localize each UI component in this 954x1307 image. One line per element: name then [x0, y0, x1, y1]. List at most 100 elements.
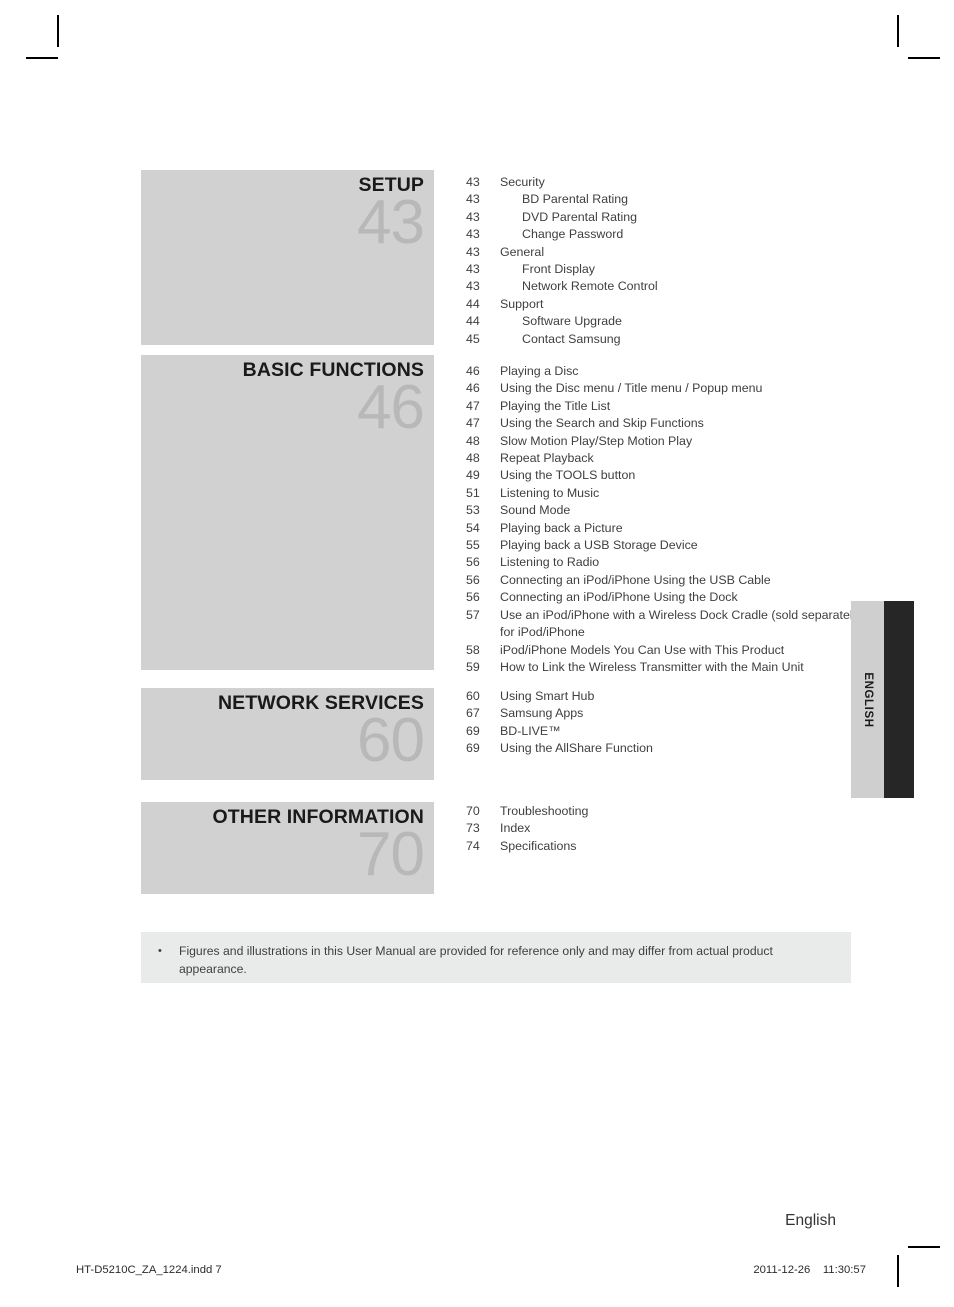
toc-entry[interactable]: 59 How to Link the Wireless Transmitter w… [466, 659, 866, 676]
toc-entry-page-number: 43 [466, 279, 480, 294]
toc-entry[interactable]: 51 Listening to Music [466, 485, 866, 502]
toc-entry[interactable]: 47 Using the Search and Skip Functions [466, 415, 866, 432]
toc-entry[interactable]: 55 Playing back a USB Storage Device [466, 537, 866, 554]
toc-entry[interactable]: 58 iPod/iPhone Models You Can Use with Th… [466, 642, 866, 659]
toc-entry[interactable]: 56 Connecting an iPod/iPhone Using the US… [466, 572, 866, 589]
section-block-other-information: OTHER INFORMATION 70 [141, 802, 434, 894]
toc-entry[interactable]: 69 Using the AllShare Function [466, 740, 866, 757]
toc-entry-label: General [500, 244, 545, 259]
toc-entry[interactable]: 43 Change Password [466, 226, 866, 243]
toc-entry-page-number: 47 [466, 416, 480, 431]
toc-entry-page-number: 57 [466, 607, 480, 622]
toc-entries-setup: 43 Security 43 BD Parental Rating 43 DVD Pare… [466, 174, 866, 348]
toc-entry[interactable]: 46 Using the Disc menu / Title menu / Pop… [466, 380, 866, 397]
toc-entry[interactable]: 44 Support [466, 296, 866, 313]
toc-entry-label: Index [500, 821, 531, 836]
toc-entry[interactable]: 43 DVD Parental Rating [466, 209, 866, 226]
toc-entry-page-number: 56 [466, 555, 480, 570]
toc-entry-page-number: 46 [466, 381, 480, 396]
toc-entry[interactable]: 43 Front Display [466, 261, 866, 278]
toc-entry-page-number: 74 [466, 838, 480, 853]
toc-entry[interactable]: 54 Playing back a Picture [466, 520, 866, 537]
toc-entry[interactable]: 67 Samsung Apps [466, 705, 866, 722]
toc-entry-page-number: 54 [466, 520, 480, 535]
toc-entry[interactable]: 73 Index [466, 820, 866, 837]
toc-entry[interactable]: 43 BD Parental Rating [466, 191, 866, 208]
toc-entry[interactable]: 46 Playing a Disc [466, 363, 866, 380]
toc-entry-label: Repeat Playback [500, 451, 594, 466]
toc-entry[interactable]: 57 Use an iPod/iPhone with a Wireless Doc… [466, 607, 866, 642]
toc-entry-label: Listening to Radio [500, 555, 600, 570]
toc-entry-page-number: 48 [466, 433, 480, 448]
toc-entry-label: Contact Samsung [522, 331, 621, 346]
toc-entry-page-number: 43 [466, 262, 480, 277]
toc-entry-page-number: 51 [466, 485, 480, 500]
toc-entry-label: Playing back a Picture [500, 520, 623, 535]
toc-entry-label: Network Remote Control [522, 279, 658, 294]
toc-entry[interactable]: 49 Using the TOOLS button [466, 467, 866, 484]
toc-entry[interactable]: 48 Slow Motion Play/Step Motion Play [466, 433, 866, 450]
toc-entry-page-number: 43 [466, 209, 480, 224]
toc-entry-page-number: 56 [466, 590, 480, 605]
toc-entry-label: DVD Parental Rating [522, 209, 638, 224]
toc-entry-page-number: 58 [466, 642, 480, 657]
toc-entry[interactable]: 70 Troubleshooting [466, 803, 866, 820]
toc-entry-page-number: 70 [466, 804, 480, 818]
toc-entry-label: Connecting an iPod/iPhone Using the Dock [500, 590, 738, 605]
toc-entry-label: Using the Disc menu / Title menu / Popup… [500, 381, 763, 396]
toc-entry-label: Using Smart Hub [500, 689, 595, 703]
section-start-page: 46 [357, 373, 425, 442]
toc-entry-label: Connecting an iPod/iPhone Using the USB … [500, 572, 771, 587]
toc-entry-label: Listening to Music [500, 485, 600, 500]
table-of-contents-page: SETUP 43 BASIC FUNCTIONS 46 NETWORK SERV… [0, 0, 954, 1307]
toc-entry-label: Specifications [500, 838, 577, 853]
toc-entry[interactable]: 48 Repeat Playback [466, 450, 866, 467]
toc-entry-label: Software Upgrade [522, 314, 622, 329]
toc-entry[interactable]: 53 Sound Mode [466, 502, 866, 519]
toc-entries-network-services: 60 Using Smart Hub 67 Samsung Apps 69 BD-LIVE… [466, 688, 866, 758]
toc-entry-page-number: 48 [466, 451, 480, 466]
note-text: Figures and illustrations in this User M… [179, 944, 773, 976]
toc-entries-other-information: 70 Troubleshooting 73 Index 74 Specifications [466, 803, 866, 855]
toc-entry[interactable]: 60 Using Smart Hub [466, 688, 866, 705]
section-block-network-services: NETWORK SERVICES 60 [141, 688, 434, 780]
toc-entry-page-number: 56 [466, 572, 480, 587]
toc-entry-page-number: 43 [466, 175, 480, 189]
toc-entry-label: Playing a Disc [500, 364, 579, 378]
toc-entry-label: BD-LIVE™ [500, 723, 561, 738]
footer-source-file: HT-D5210C_ZA_1224.indd 7 [76, 1264, 222, 1276]
toc-entry-label: Security [500, 175, 545, 189]
toc-entry[interactable]: 44 Software Upgrade [466, 313, 866, 330]
toc-entry[interactable]: 43 Network Remote Control [466, 278, 866, 295]
toc-entry-page-number: 44 [466, 314, 480, 329]
toc-entry-page-number: 47 [466, 398, 480, 413]
toc-entry-page-number: 73 [466, 821, 480, 836]
toc-entry[interactable]: 56 Connecting an iPod/iPhone Using the Do… [466, 589, 866, 606]
toc-entry-label: Front Display [522, 262, 595, 277]
toc-entry-page-number: 46 [466, 364, 480, 378]
toc-entry[interactable]: 43 Security [466, 174, 866, 191]
section-start-page: 60 [357, 706, 425, 775]
toc-entry-label: Playing back a USB Storage Device [500, 538, 698, 553]
toc-entry[interactable]: 74 Specifications [466, 838, 866, 855]
language-side-tab: ENGLISH [851, 601, 884, 798]
toc-entry-label: Support [500, 296, 544, 311]
toc-entry-page-number: 60 [466, 689, 480, 703]
toc-entry[interactable]: 69 BD-LIVE™ [466, 723, 866, 740]
toc-entry-page-number: 59 [466, 659, 480, 674]
toc-entry-page-number: 49 [466, 468, 480, 483]
toc-entry-page-number: 69 [466, 723, 480, 738]
toc-entry-page-number: 43 [466, 192, 480, 207]
bullet-icon: • [158, 945, 162, 957]
toc-entry-page-number: 53 [466, 503, 480, 518]
toc-entry-label: Using the TOOLS button [500, 468, 636, 483]
toc-entry-label: Using the AllShare Function [500, 741, 653, 756]
toc-entry[interactable]: 56 Listening to Radio [466, 554, 866, 571]
language-side-bar [884, 601, 914, 798]
toc-entry[interactable]: 47 Playing the Title List [466, 398, 866, 415]
toc-entries-basic-functions: 46 Playing a Disc 46 Using the Disc menu / … [466, 363, 866, 676]
toc-entry[interactable]: 43 General [466, 244, 866, 261]
toc-entry-page-number: 43 [466, 244, 480, 259]
toc-entry[interactable]: 45 Contact Samsung [466, 331, 866, 348]
toc-entry-page-number: 43 [466, 227, 480, 242]
